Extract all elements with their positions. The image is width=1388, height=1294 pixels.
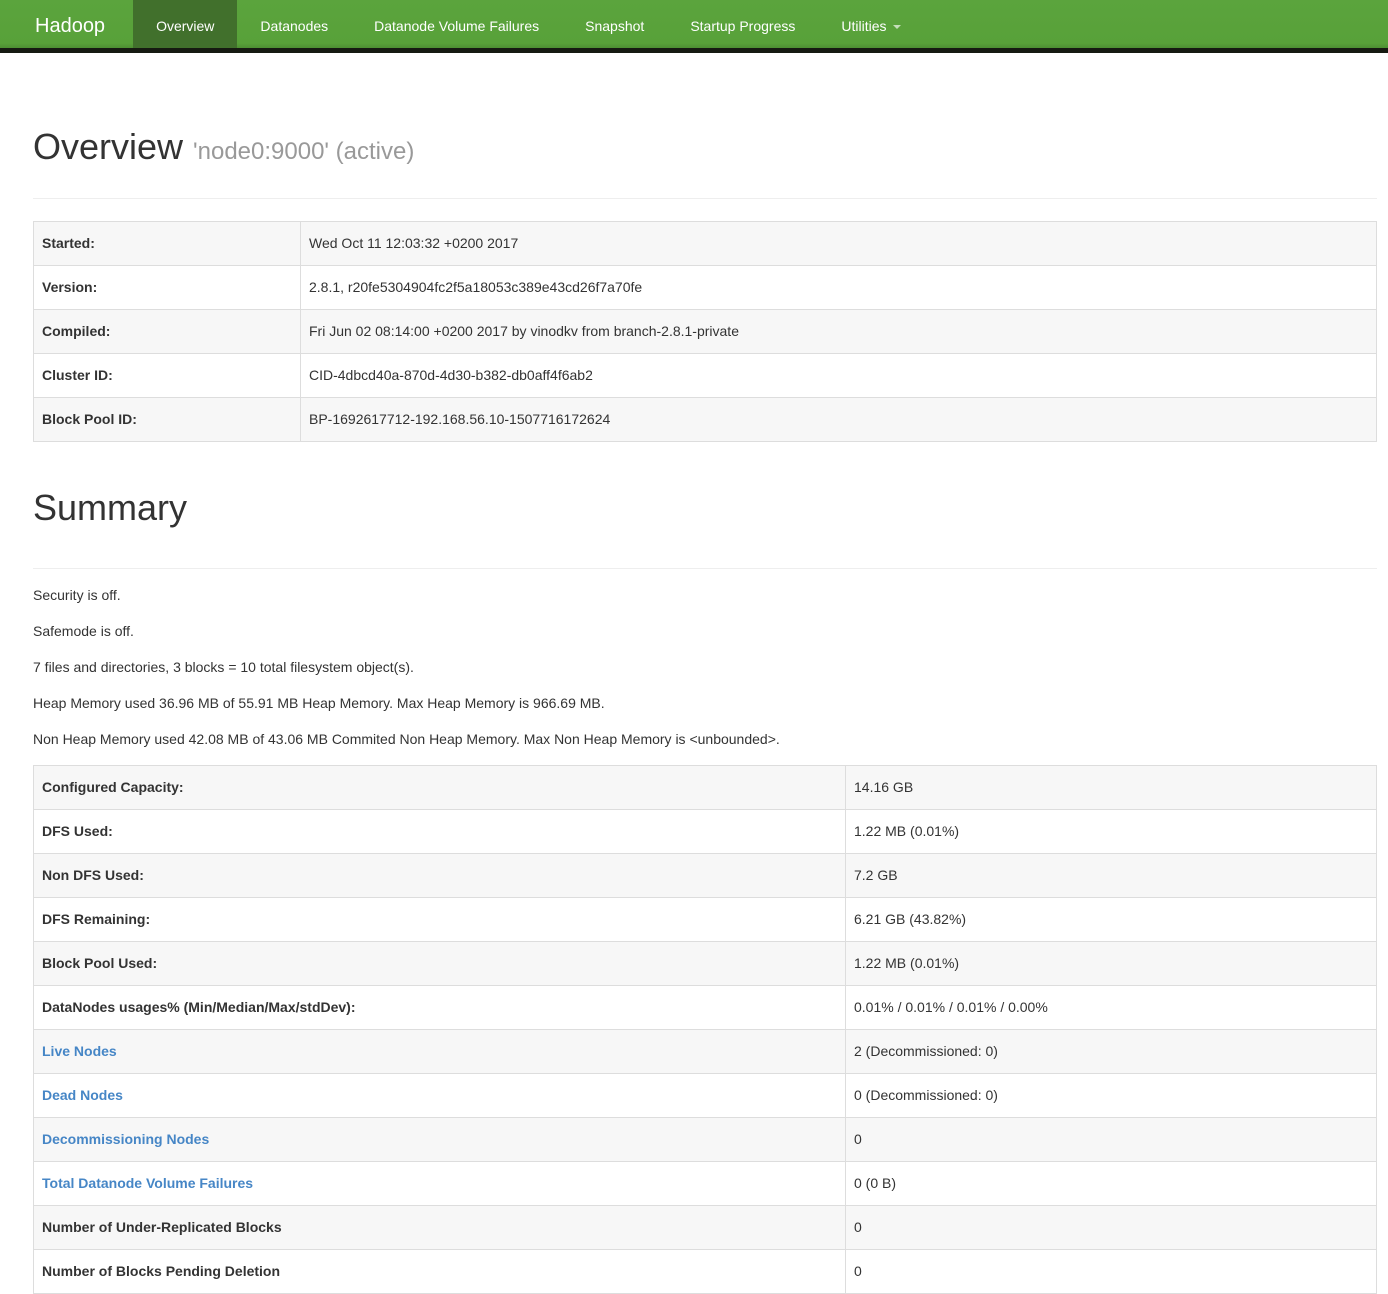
nav-tab-snapshot[interactable]: Snapshot — [562, 0, 667, 48]
table-row: Configured Capacity: 14.16 GB — [34, 766, 1377, 810]
stat-label-dfs-remaining: DFS Remaining: — [34, 898, 846, 942]
overview-header: Overview 'node0:9000' (active) — [33, 125, 1377, 199]
stat-value-configured-capacity: 14.16 GB — [846, 766, 1377, 810]
stat-label-dfs-used: DFS Used: — [34, 810, 846, 854]
info-label-started: Started: — [34, 222, 301, 266]
table-row: Number of Blocks Pending Deletion 0 — [34, 1250, 1377, 1294]
top-navbar: Hadoop Overview Datanodes Datanode Volum… — [0, 0, 1388, 53]
stat-value-decommissioning-nodes: 0 — [846, 1118, 1377, 1162]
nav-tab-utilities-dropdown[interactable]: Utilities — [818, 0, 923, 48]
nav-tab-overview[interactable]: Overview — [133, 0, 237, 48]
info-label-block-pool-id: Block Pool ID: — [34, 398, 301, 442]
info-value-started: Wed Oct 11 12:03:32 +0200 2017 — [301, 222, 1377, 266]
table-row: Version: 2.8.1, r20fe5304904fc2f5a18053c… — [34, 266, 1377, 310]
decommissioning-nodes-link[interactable]: Decommissioning Nodes — [42, 1131, 209, 1147]
table-row: Dead Nodes 0 (Decommissioned: 0) — [34, 1074, 1377, 1118]
table-row: Decommissioning Nodes 0 — [34, 1118, 1377, 1162]
nav-tab-datanode-volume-failures[interactable]: Datanode Volume Failures — [351, 0, 562, 48]
stat-value-block-pool-used: 1.22 MB (0.01%) — [846, 942, 1377, 986]
stat-label-datanodes-usages: DataNodes usages% (Min/Median/Max/stdDev… — [34, 986, 846, 1030]
stat-value-live-nodes: 2 (Decommissioned: 0) — [846, 1030, 1377, 1074]
table-row: Block Pool Used: 1.22 MB (0.01%) — [34, 942, 1377, 986]
page-title: Overview 'node0:9000' (active) — [33, 125, 1377, 174]
stat-value-datanodes-usages: 0.01% / 0.01% / 0.01% / 0.00% — [846, 986, 1377, 1030]
table-row: Block Pool ID: BP-1692617712-192.168.56.… — [34, 398, 1377, 442]
summary-paragraphs: Security is off. Safemode is off. 7 file… — [33, 585, 1377, 749]
summary-header: Summary — [33, 486, 1377, 569]
stat-label-block-pool-used: Block Pool Used: — [34, 942, 846, 986]
stat-value-dfs-used: 1.22 MB (0.01%) — [846, 810, 1377, 854]
chevron-down-icon — [893, 25, 901, 29]
table-row: Live Nodes 2 (Decommissioned: 0) — [34, 1030, 1377, 1074]
namenode-address-subtitle: 'node0:9000' (active) — [193, 138, 414, 165]
info-label-version: Version: — [34, 266, 301, 310]
stat-value-volume-failures: 0 (0 B) — [846, 1162, 1377, 1206]
table-row: Non DFS Used: 7.2 GB — [34, 854, 1377, 898]
stat-label-under-replicated-blocks: Number of Under-Replicated Blocks — [34, 1206, 846, 1250]
filesystem-objects-text: 7 files and directories, 3 blocks = 10 t… — [33, 657, 1377, 677]
stat-value-blocks-pending-deletion: 0 — [846, 1250, 1377, 1294]
table-row: DFS Used: 1.22 MB (0.01%) — [34, 810, 1377, 854]
table-row: Cluster ID: CID-4dbcd40a-870d-4d30-b382-… — [34, 354, 1377, 398]
info-label-compiled: Compiled: — [34, 310, 301, 354]
table-row: Number of Under-Replicated Blocks 0 — [34, 1206, 1377, 1250]
non-heap-memory-text: Non Heap Memory used 42.08 MB of 43.06 M… — [33, 729, 1377, 749]
overview-info-table: Started: Wed Oct 11 12:03:32 +0200 2017 … — [33, 221, 1377, 442]
table-row: DFS Remaining: 6.21 GB (43.82%) — [34, 898, 1377, 942]
info-value-cluster-id: CID-4dbcd40a-870d-4d30-b382-db0aff4f6ab2 — [301, 354, 1377, 398]
nav-tab-datanodes[interactable]: Datanodes — [237, 0, 351, 48]
navbar-tabs: Overview Datanodes Datanode Volume Failu… — [133, 0, 923, 48]
stat-label-blocks-pending-deletion: Number of Blocks Pending Deletion — [34, 1250, 846, 1294]
info-value-compiled: Fri Jun 02 08:14:00 +0200 2017 by vinodk… — [301, 310, 1377, 354]
info-value-block-pool-id: BP-1692617712-192.168.56.10-150771617262… — [301, 398, 1377, 442]
table-row: DataNodes usages% (Min/Median/Max/stdDev… — [34, 986, 1377, 1030]
info-label-cluster-id: Cluster ID: — [34, 354, 301, 398]
safemode-status-text: Safemode is off. — [33, 621, 1377, 641]
table-row: Total Datanode Volume Failures 0 (0 B) — [34, 1162, 1377, 1206]
stat-label-non-dfs-used: Non DFS Used: — [34, 854, 846, 898]
summary-title: Summary — [33, 486, 1377, 530]
security-status-text: Security is off. — [33, 585, 1377, 605]
summary-stats-table: Configured Capacity: 14.16 GB DFS Used: … — [33, 765, 1377, 1294]
live-nodes-link[interactable]: Live Nodes — [42, 1043, 117, 1059]
stat-value-under-replicated-blocks: 0 — [846, 1206, 1377, 1250]
table-row: Compiled: Fri Jun 02 08:14:00 +0200 2017… — [34, 310, 1377, 354]
stat-value-non-dfs-used: 7.2 GB — [846, 854, 1377, 898]
hadoop-brand[interactable]: Hadoop — [20, 0, 120, 48]
stat-label-configured-capacity: Configured Capacity: — [34, 766, 846, 810]
heap-memory-text: Heap Memory used 36.96 MB of 55.91 MB He… — [33, 693, 1377, 713]
page-content: Overview 'node0:9000' (active) Started: … — [33, 125, 1377, 1294]
stat-value-dead-nodes: 0 (Decommissioned: 0) — [846, 1074, 1377, 1118]
total-datanode-volume-failures-link[interactable]: Total Datanode Volume Failures — [42, 1175, 253, 1191]
nav-tab-startup-progress[interactable]: Startup Progress — [667, 0, 818, 48]
overview-title-text: Overview — [33, 126, 183, 167]
stat-value-dfs-remaining: 6.21 GB (43.82%) — [846, 898, 1377, 942]
table-row: Started: Wed Oct 11 12:03:32 +0200 2017 — [34, 222, 1377, 266]
info-value-version: 2.8.1, r20fe5304904fc2f5a18053c389e43cd2… — [301, 266, 1377, 310]
utilities-label: Utilities — [841, 18, 886, 34]
dead-nodes-link[interactable]: Dead Nodes — [42, 1087, 123, 1103]
